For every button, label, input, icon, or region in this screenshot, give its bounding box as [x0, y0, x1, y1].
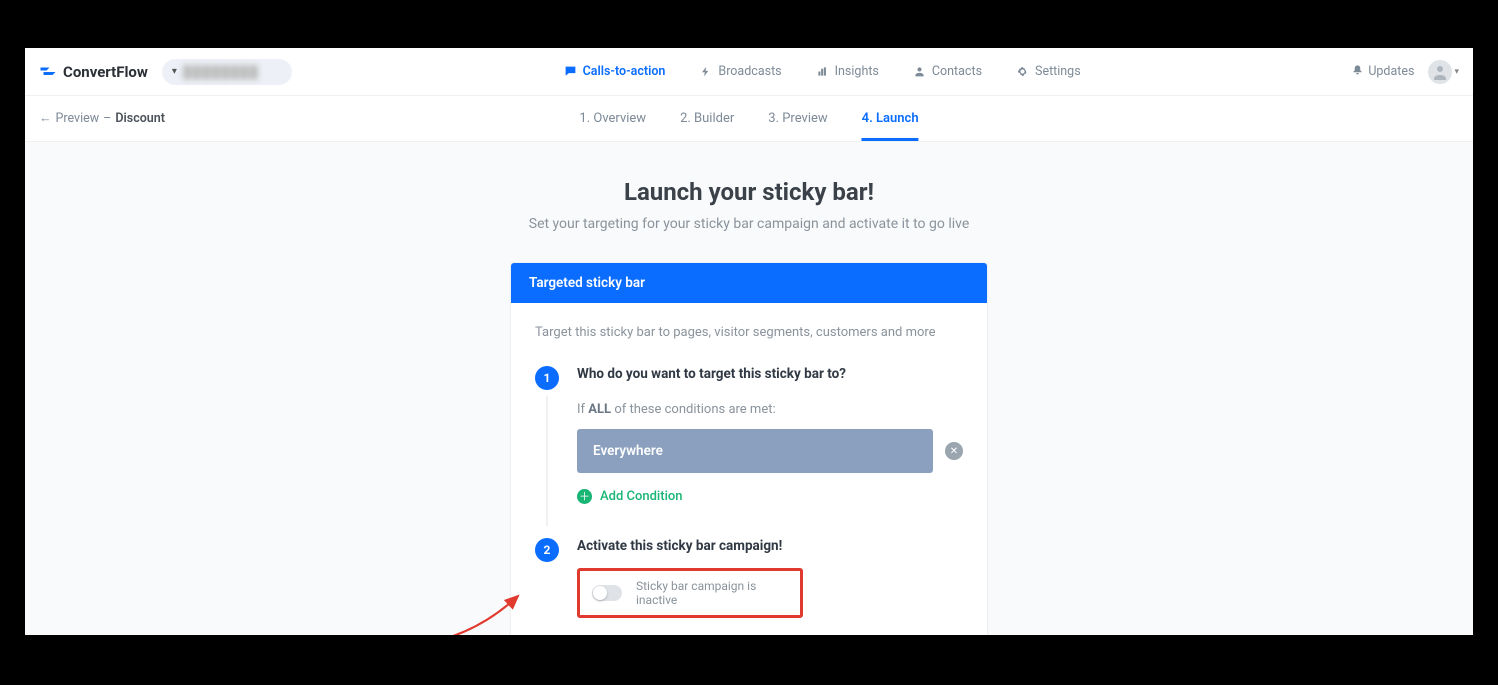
add-condition-label: Add Condition: [600, 489, 683, 504]
tab-label: 2. Builder: [680, 111, 734, 126]
nav-broadcasts[interactable]: Broadcasts: [699, 64, 781, 79]
condition-row: Everywhere ✕: [577, 429, 963, 473]
step-connector: [546, 396, 548, 526]
site-selector[interactable]: ▾ ████████: [162, 59, 292, 85]
updates-link[interactable]: Updates: [1352, 64, 1414, 79]
step-indicator: 1: [535, 366, 559, 532]
site-name-blurred: ████████: [183, 65, 259, 79]
caret-down-icon: ▾: [1454, 67, 1459, 77]
tab-label: 4. Launch: [862, 111, 919, 126]
step-indicator: 2: [535, 538, 559, 618]
updates-label: Updates: [1368, 64, 1414, 79]
sub-nav: ← Preview – Discount 1. Overview 2. Buil…: [25, 96, 1473, 142]
bolt-icon: [699, 65, 712, 78]
targeting-card: Targeted sticky bar Target this sticky b…: [510, 262, 988, 635]
card-description: Target this sticky bar to pages, visitor…: [535, 325, 963, 340]
tab-label: 1. Overview: [579, 111, 646, 126]
user-menu[interactable]: ▾: [1428, 60, 1459, 84]
chat-icon: [564, 65, 577, 78]
nav-label: Contacts: [932, 64, 982, 79]
nav-label: Settings: [1035, 64, 1081, 79]
cond-prefix: If: [577, 402, 588, 417]
tab-label: 3. Preview: [768, 111, 827, 126]
caret-down-icon: ▾: [172, 66, 177, 77]
tab-preview[interactable]: 3. Preview: [768, 96, 827, 141]
nav-label: Broadcasts: [718, 64, 781, 79]
nav-contacts[interactable]: Contacts: [913, 64, 982, 79]
avatar: [1428, 60, 1452, 84]
activate-highlight-box: Sticky bar campaign is inactive: [577, 568, 803, 618]
plus-icon: ＋: [577, 489, 592, 504]
nav-label: Insights: [835, 64, 879, 79]
condition-chip[interactable]: Everywhere: [577, 429, 933, 473]
delete-condition-button[interactable]: ✕: [945, 442, 963, 460]
page-subtitle: Set your targeting for your sticky bar c…: [25, 216, 1473, 232]
tab-builder[interactable]: 2. Builder: [680, 96, 734, 141]
tab-overview[interactable]: 1. Overview: [579, 96, 646, 141]
cond-suffix: of these conditions are met:: [611, 402, 776, 417]
person-icon: [1432, 64, 1448, 80]
step-number-1: 1: [535, 366, 559, 390]
nav-settings[interactable]: Settings: [1016, 64, 1081, 79]
top-nav: ConvertFlow ▾ ████████ Calls-to-action B…: [25, 48, 1473, 96]
gear-icon: [1016, 65, 1029, 78]
card-header: Targeted sticky bar: [511, 263, 987, 303]
breadcrumb-name: Discount: [115, 111, 165, 126]
step-activate: 2 Activate this sticky bar campaign! Sti…: [535, 538, 963, 618]
nav-insights[interactable]: Insights: [816, 64, 879, 79]
cond-bold: ALL: [588, 402, 611, 417]
breadcrumb[interactable]: ← Preview – Discount: [39, 111, 165, 126]
page-title: Launch your sticky bar!: [25, 178, 1473, 206]
activate-status-text: Sticky bar campaign is inactive: [636, 579, 788, 607]
brand-logo[interactable]: ConvertFlow: [39, 63, 148, 81]
tab-launch[interactable]: 4. Launch: [862, 96, 919, 141]
nav-calls-to-action[interactable]: Calls-to-action: [564, 64, 666, 79]
nav-right: Updates ▾: [1352, 60, 1459, 84]
breadcrumb-preview: Preview: [56, 111, 100, 126]
step-targeting: 1 Who do you want to target this sticky …: [535, 366, 963, 532]
step-number-2: 2: [535, 538, 559, 562]
nav-label: Calls-to-action: [583, 64, 666, 79]
back-arrow-icon: ←: [39, 111, 52, 126]
close-icon: ✕: [950, 446, 958, 457]
brand-icon: [39, 63, 57, 81]
step-1-title: Who do you want to target this sticky ba…: [577, 366, 963, 382]
page-body: Launch your sticky bar! Set your targeti…: [25, 142, 1473, 635]
bars-icon: [816, 65, 829, 78]
hero: Launch your sticky bar! Set your targeti…: [25, 178, 1473, 232]
builder-tabs: 1. Overview 2. Builder 3. Preview 4. Lau…: [579, 96, 918, 141]
nav-center: Calls-to-action Broadcasts Insights Cont…: [292, 64, 1352, 79]
condition-label: Everywhere: [593, 443, 663, 459]
step-2-title: Activate this sticky bar campaign!: [577, 538, 963, 554]
bell-icon: [1352, 64, 1363, 79]
user-icon: [913, 65, 926, 78]
breadcrumb-sep: –: [103, 111, 111, 126]
brand-name: ConvertFlow: [63, 63, 148, 81]
condition-intro: If ALL of these conditions are met:: [577, 402, 963, 417]
add-condition-button[interactable]: ＋ Add Condition: [577, 489, 963, 504]
activate-toggle[interactable]: [592, 585, 622, 601]
